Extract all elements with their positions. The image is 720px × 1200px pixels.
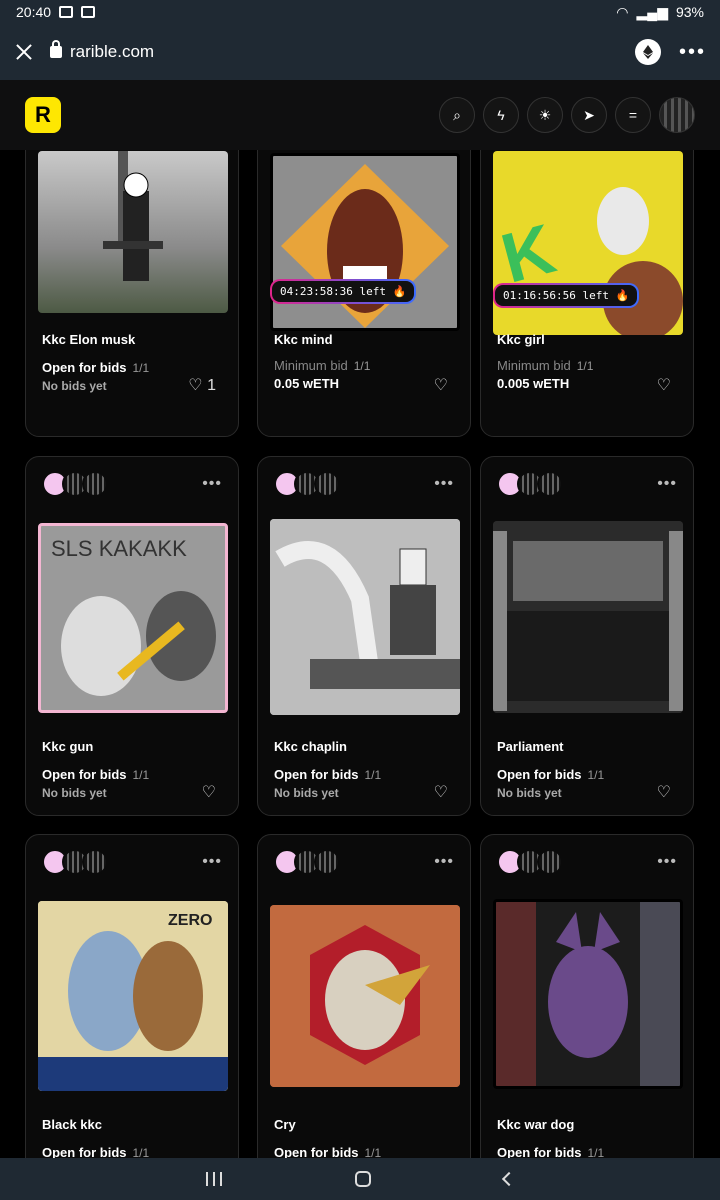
nft-card[interactable]: ••• Parliament Open for bids 1/1 No bids … bbox=[480, 456, 694, 816]
more-options-icon[interactable]: ••• bbox=[434, 853, 454, 871]
like-button[interactable]: ♡ bbox=[657, 782, 671, 802]
home-icon[interactable] bbox=[354, 1171, 371, 1187]
back-icon[interactable] bbox=[501, 1171, 516, 1187]
avatar[interactable] bbox=[314, 849, 340, 875]
theme-sun-icon[interactable]: ☀ bbox=[527, 97, 563, 133]
lock-icon bbox=[59, 6, 74, 18]
nft-grid: Kkc Elon musk Open for bids 1/1 No bids y… bbox=[0, 150, 720, 1158]
auction-timer: 01:16:56:56 left 🔥 bbox=[493, 283, 640, 308]
owner-avatars[interactable] bbox=[274, 849, 340, 875]
nft-card[interactable]: ••• Kkc war dog Open for bids 1/1 bbox=[480, 834, 694, 1158]
nft-title[interactable]: Parliament bbox=[497, 739, 563, 754]
nft-bid-info: No bids yet bbox=[274, 786, 339, 800]
nft-title[interactable]: Cry bbox=[274, 1117, 296, 1132]
nft-status: Open for bids 1/1 bbox=[274, 1145, 382, 1158]
nft-status: Open for bids 1/1 bbox=[497, 1145, 605, 1158]
lock-icon[interactable] bbox=[50, 40, 62, 58]
status-bar: 20:40 ◠ ▂▄▆ 93% bbox=[0, 0, 720, 24]
avatar[interactable] bbox=[82, 471, 108, 497]
notification-icon bbox=[81, 6, 96, 18]
nft-status: Minimum bid 1/1 bbox=[274, 358, 371, 373]
nft-bid-info: No bids yet bbox=[42, 379, 107, 393]
nft-title[interactable]: Kkc gun bbox=[42, 739, 93, 754]
like-button[interactable]: ♡ bbox=[657, 375, 671, 395]
system-navigation-bar bbox=[0, 1158, 720, 1200]
more-options-icon[interactable]: ••• bbox=[202, 853, 222, 871]
like-count: 1 bbox=[207, 377, 216, 394]
more-options-icon[interactable]: ••• bbox=[657, 853, 677, 871]
more-options-icon[interactable]: ••• bbox=[202, 475, 222, 493]
nft-status: Minimum bid 1/1 bbox=[497, 358, 594, 373]
nft-title[interactable]: Kkc girl bbox=[497, 332, 545, 347]
like-button[interactable]: ♡ bbox=[434, 375, 448, 395]
avatar[interactable] bbox=[82, 849, 108, 875]
nft-image[interactable]: ZERO bbox=[38, 901, 228, 1091]
nft-status: Open for bids 1/1 bbox=[42, 360, 150, 375]
rarible-logo[interactable]: R bbox=[25, 97, 61, 133]
site-header: R ⌕ ϟ ☀ ➤ = bbox=[0, 80, 720, 150]
clock: 20:40 bbox=[16, 4, 52, 20]
nft-bid-info: No bids yet bbox=[42, 786, 107, 800]
nft-title[interactable]: Kkc chaplin bbox=[274, 739, 347, 754]
menu-icon[interactable]: = bbox=[615, 97, 651, 133]
nft-card[interactable]: ••• SLS KAKAKK Kkc gun Open for bids 1/1 … bbox=[25, 456, 239, 816]
avatar[interactable] bbox=[314, 471, 340, 497]
nft-image[interactable] bbox=[493, 899, 683, 1089]
nft-bid-info: No bids yet bbox=[497, 786, 562, 800]
nft-image[interactable] bbox=[270, 153, 460, 331]
nft-title[interactable]: Black kkc bbox=[42, 1117, 102, 1132]
nft-status: Open for bids 1/1 bbox=[42, 1145, 150, 1158]
nft-image[interactable] bbox=[38, 151, 228, 313]
more-options-icon[interactable]: ••• bbox=[679, 41, 706, 64]
svg-text:SLS KAKAKK: SLS KAKAKK bbox=[51, 536, 187, 561]
nft-card[interactable]: ••• Kkc chaplin Open for bids 1/1 No bids… bbox=[257, 456, 471, 816]
nft-price: 0.005 wETH bbox=[497, 376, 570, 391]
wifi-icon: ◠ bbox=[616, 3, 629, 20]
owner-avatars[interactable] bbox=[497, 849, 563, 875]
battery-level: 93% bbox=[675, 4, 704, 20]
nft-image[interactable] bbox=[270, 519, 460, 715]
nft-card[interactable]: Kkc Elon musk Open for bids 1/1 No bids y… bbox=[25, 150, 239, 437]
nft-image[interactable] bbox=[270, 905, 460, 1087]
owner-avatars[interactable] bbox=[42, 471, 108, 497]
like-button[interactable]: ♡ bbox=[202, 782, 216, 802]
nft-card[interactable]: ••• Cry Open for bids 1/1 bbox=[257, 834, 471, 1158]
nft-status: Open for bids 1/1 bbox=[274, 767, 382, 782]
recents-icon[interactable] bbox=[206, 1172, 223, 1186]
nft-card[interactable]: K 01:16:56:56 left 🔥 Kkc girl Minimum bi… bbox=[480, 150, 694, 437]
send-icon[interactable]: ➤ bbox=[571, 97, 607, 133]
more-options-icon[interactable]: ••• bbox=[657, 475, 677, 493]
nft-status: Open for bids 1/1 bbox=[497, 767, 605, 782]
avatar[interactable] bbox=[537, 471, 563, 497]
nft-title[interactable]: Kkc mind bbox=[274, 332, 333, 347]
nft-image[interactable] bbox=[493, 521, 683, 713]
nft-title[interactable]: Kkc war dog bbox=[497, 1117, 574, 1132]
svg-text:ZERO: ZERO bbox=[168, 912, 212, 929]
nft-status: Open for bids 1/1 bbox=[42, 767, 150, 782]
owner-avatars[interactable] bbox=[497, 471, 563, 497]
close-icon[interactable] bbox=[14, 42, 34, 62]
more-options-icon[interactable]: ••• bbox=[434, 475, 454, 493]
nft-image[interactable]: SLS KAKAKK bbox=[38, 523, 228, 713]
owner-avatars[interactable] bbox=[42, 849, 108, 875]
search-icon[interactable]: ⌕ bbox=[439, 97, 475, 133]
nft-card[interactable]: 04:23:58:36 left 🔥 Kkc mind Minimum bid 1… bbox=[257, 150, 471, 437]
avatar[interactable] bbox=[659, 97, 695, 133]
like-button[interactable]: ♡ bbox=[434, 782, 448, 802]
nft-card[interactable]: ••• ZERO Black kkc Open for bids 1/1 bbox=[25, 834, 239, 1158]
owner-avatars[interactable] bbox=[274, 471, 340, 497]
avatar[interactable] bbox=[537, 849, 563, 875]
lightning-icon[interactable]: ϟ bbox=[483, 97, 519, 133]
signal-icon: ▂▄▆ bbox=[636, 3, 668, 20]
like-button[interactable]: ♡ 1 bbox=[188, 375, 216, 395]
nft-title[interactable]: Kkc Elon musk bbox=[42, 332, 135, 347]
url-field[interactable]: rarible.com bbox=[70, 42, 154, 62]
auction-timer: 04:23:58:36 left 🔥 bbox=[270, 279, 417, 304]
ethereum-icon[interactable] bbox=[634, 39, 661, 65]
browser-toolbar: rarible.com ••• bbox=[0, 24, 720, 80]
nft-price: 0.05 wETH bbox=[274, 376, 340, 391]
